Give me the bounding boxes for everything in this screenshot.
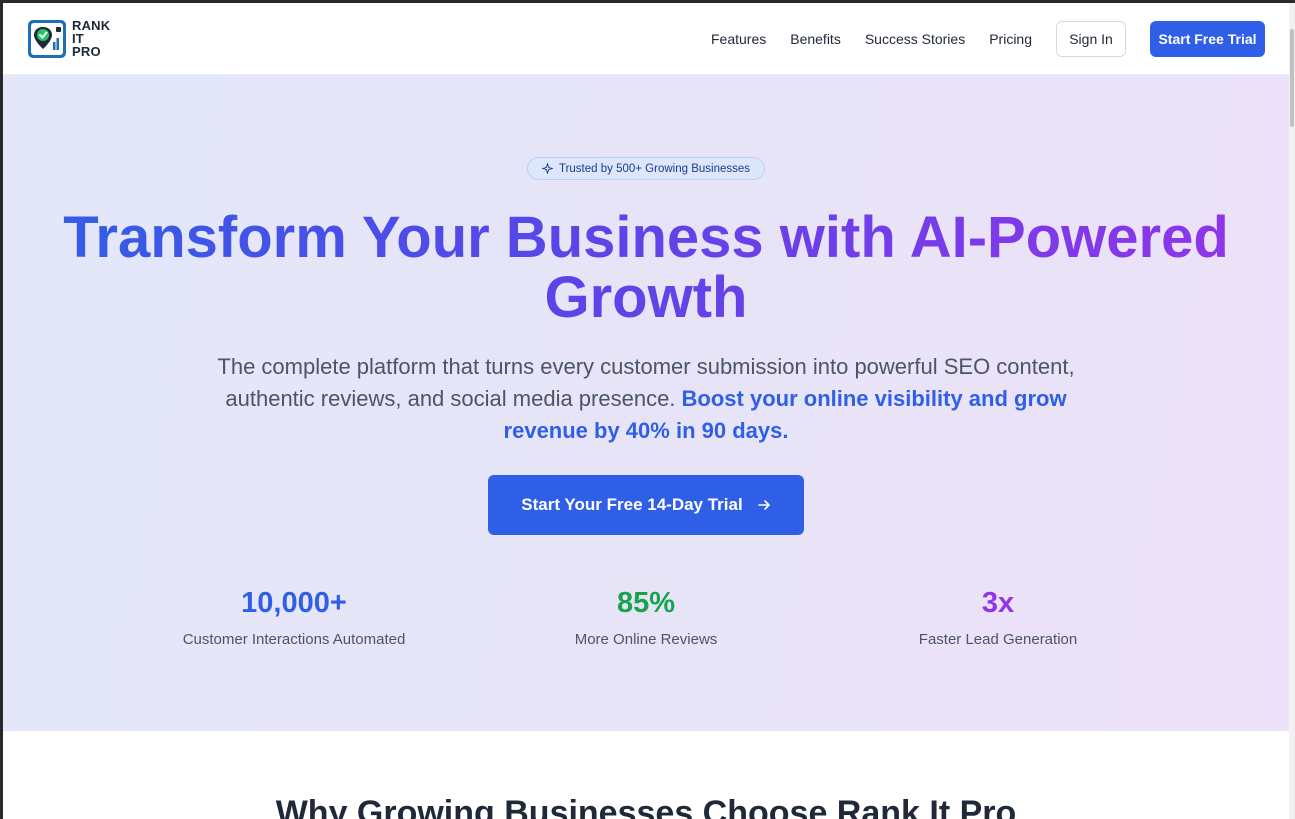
stat-value: 3x [981, 587, 1015, 619]
sign-in-button[interactable]: Sign In [1056, 21, 1126, 57]
nav-link-benefits[interactable]: Benefits [790, 31, 841, 47]
nav-link-features[interactable]: Features [711, 31, 766, 47]
stat-lead-generation: 3x Faster Lead Generation [848, 585, 1148, 648]
logo-text-line3: PRO [72, 44, 101, 59]
nav-link-success-stories[interactable]: Success Stories [865, 31, 965, 47]
cta-label: Start Your Free 14-Day Trial [521, 495, 743, 514]
start-trial-cta-button[interactable]: Start Your Free 14-Day Trial [488, 475, 804, 535]
nav-link-pricing[interactable]: Pricing [989, 31, 1032, 47]
scrollbar-thumb[interactable] [1290, 29, 1294, 127]
hero-headline-line1: Transform Your Business with AI-Powered [3, 208, 1289, 268]
start-free-trial-button[interactable]: Start Free Trial [1150, 21, 1265, 57]
stat-reviews: 85% More Online Reviews [496, 585, 796, 648]
trust-badge-text: Trusted by 500+ Growing Businesses [558, 162, 751, 175]
stat-label: Faster Lead Generation [918, 631, 1078, 648]
stat-value: 10,000+ [241, 587, 347, 619]
browser-viewport: RANK IT PRO Features Benefits Success St… [3, 3, 1289, 819]
stat-label: Customer Interactions Automated [182, 631, 406, 648]
why-choose-heading: Why Growing Businesses Choose Rank It Pr… [275, 794, 1017, 819]
stat-value: 85% [616, 587, 676, 619]
hero-subheadline: The complete platform that turns every c… [198, 351, 1094, 447]
logo-wordmark: RANK IT PRO [72, 19, 110, 58]
stat-interactions: 10,000+ Customer Interactions Automated [144, 585, 444, 648]
hero-headline-line2: Growth [3, 268, 1289, 328]
sparkle-icon [541, 163, 553, 174]
arrow-right-icon [757, 500, 770, 510]
logo-icon [28, 19, 66, 58]
hero-section: Trusted by 500+ Growing Businesses Trans… [3, 75, 1289, 731]
page-scrollbar[interactable] [1289, 3, 1295, 819]
site-header: RANK IT PRO Features Benefits Success St… [3, 3, 1289, 75]
trust-badge: Trusted by 500+ Growing Businesses [527, 157, 765, 180]
stat-label: More Online Reviews [574, 631, 718, 648]
main-nav: Features Benefits Success Stories Pricin… [711, 21, 1265, 57]
logo[interactable]: RANK IT PRO [28, 19, 110, 58]
